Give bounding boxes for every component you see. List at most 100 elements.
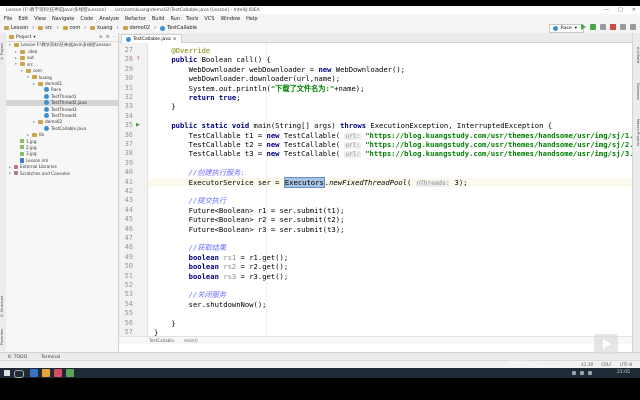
browser-icon[interactable]	[42, 369, 50, 377]
menu-item-window[interactable]: Window	[220, 16, 240, 22]
line-number: 36	[124, 130, 133, 139]
code-line[interactable]: }	[154, 328, 158, 336]
close-button[interactable]: ✕	[632, 7, 636, 13]
breadcrumb-item[interactable]: kuang	[90, 25, 113, 31]
hide-icon[interactable]: –	[113, 35, 115, 40]
line-number: 45	[124, 215, 133, 224]
close-icon[interactable]: ×	[173, 37, 177, 42]
expanded-arrow-icon[interactable]: ▾	[21, 69, 24, 73]
menu-item-view[interactable]: View	[34, 16, 46, 22]
menu-item-run[interactable]: Run	[170, 16, 180, 22]
stop-icon[interactable]	[610, 24, 616, 30]
code-line[interactable]: ExecutorService ser = Executors.newFixed…	[148, 176, 633, 188]
editor-tab[interactable]: TestCallable.java ×	[121, 34, 182, 43]
menu-item-vcs[interactable]: VCS	[204, 16, 214, 22]
tree-item[interactable]: ▾ Lesson F:\教学资料\狂神说Java\多线程\Lesson	[6, 42, 118, 48]
menu-item-tools[interactable]: Tools	[186, 16, 198, 22]
menu-item-code[interactable]: Code	[80, 16, 93, 22]
code-line[interactable]: }	[154, 319, 175, 328]
menu-item-analyze[interactable]: Analyze	[99, 16, 119, 22]
breadcrumb-item[interactable]: Lesson	[4, 25, 28, 31]
breadcrumb-item[interactable]: TestCallable	[160, 25, 197, 31]
code-line[interactable]: webDownloader.downloader(url,name);	[154, 74, 340, 83]
menu-item-navigate[interactable]: Navigate	[52, 16, 74, 22]
code-line[interactable]: public static void main(String[] args) t…	[154, 121, 552, 130]
settings-icon[interactable]: ⚙	[106, 35, 110, 40]
breadcrumb-item[interactable]: demo02	[122, 25, 150, 31]
image-file-icon	[20, 151, 24, 156]
sync-icon[interactable]: ⊕	[99, 35, 103, 40]
collapsed-arrow-icon[interactable]: ▸	[27, 133, 30, 137]
code-line[interactable]: TestCallable t3 = new TestCallable( url:…	[154, 149, 633, 159]
volume-icon[interactable]	[580, 371, 584, 375]
code-breadcrumb-class[interactable]: TestCallable	[149, 338, 174, 343]
code-line[interactable]: @Override	[154, 46, 210, 55]
breadcrumb-item[interactable]: com	[62, 25, 80, 31]
menu-item-help[interactable]: Help	[246, 16, 257, 22]
video-play-button[interactable]	[594, 334, 618, 354]
run-gutter-icon[interactable]: ▶	[136, 122, 140, 128]
code-line[interactable]: public Boolean call() {	[154, 55, 271, 64]
code-line[interactable]: boolean rs2 = r2.get();	[154, 262, 289, 271]
maximize-button[interactable]: □	[618, 7, 623, 13]
code-line[interactable]: TestCallable t2 = new TestCallable( url:…	[154, 140, 633, 149]
collapsed-arrow-icon[interactable]: ▸	[15, 50, 18, 54]
code-line[interactable]: Future<Boolean> r2 = ser.submit(t2);	[154, 215, 345, 224]
chevron-down-icon[interactable]: ▾	[33, 35, 35, 40]
code-line[interactable]: Future<Boolean> r3 = ser.submit(t3);	[154, 225, 345, 234]
file-encoding[interactable]: UTF-8	[620, 362, 632, 367]
database-tab[interactable]: Database	[633, 77, 640, 107]
debug-icon[interactable]	[590, 24, 596, 30]
intellij-icon[interactable]	[54, 369, 62, 377]
ant-build-tab[interactable]: Ant Build	[633, 37, 640, 73]
line-number: 55	[124, 309, 133, 318]
expanded-arrow-icon[interactable]: ▾	[33, 120, 36, 124]
expanded-arrow-icon[interactable]: ▾	[9, 43, 12, 47]
line-separator[interactable]: CRLF	[601, 362, 612, 367]
caret-position[interactable]: 41:30	[581, 362, 593, 367]
code-line[interactable]: TestCallable t1 = new TestCallable( url:…	[154, 131, 633, 140]
code-line[interactable]: ser.shutdownNow();	[154, 300, 267, 309]
code-line[interactable]: return true;	[154, 93, 241, 102]
expanded-arrow-icon[interactable]: ▾	[15, 62, 18, 66]
app-icon[interactable]	[66, 369, 74, 377]
tree-item-label: out	[27, 55, 34, 61]
run-config-select[interactable]: Race ▾	[548, 24, 584, 33]
run-icon[interactable]	[581, 24, 586, 30]
collapsed-arrow-icon[interactable]: ▸	[9, 165, 12, 169]
class-icon	[44, 112, 49, 118]
code-line[interactable]: }	[154, 102, 175, 111]
windows-start-icon[interactable]	[4, 370, 10, 376]
coverage-icon[interactable]	[600, 24, 606, 30]
breadcrumb-item[interactable]: src	[38, 25, 53, 31]
build-icon[interactable]	[620, 24, 626, 30]
menu-item-edit[interactable]: Edit	[18, 16, 28, 22]
line-number: 56	[124, 318, 133, 327]
menu-item-refactor[interactable]: Refactor	[125, 16, 146, 22]
expanded-arrow-icon[interactable]: ▾	[33, 82, 36, 86]
explorer-icon[interactable]	[30, 369, 38, 377]
maven-projects-tab[interactable]: Maven Projects	[633, 111, 640, 155]
code-area[interactable]: @Override public Boolean call() { WebDow…	[148, 43, 633, 336]
taskbar-clock[interactable]: 21:05	[617, 370, 630, 375]
minimize-button[interactable]: —	[604, 7, 609, 13]
expanded-arrow-icon[interactable]: ▾	[27, 75, 30, 79]
terminal-tool-tab[interactable]: Terminal	[41, 355, 60, 360]
search-icon[interactable]	[630, 24, 636, 30]
menu-item-build[interactable]: Build	[152, 16, 165, 22]
tree-item[interactable]: ▸ Scratches and Consoles	[6, 170, 118, 176]
implements-gutter-icon[interactable]: ↑	[136, 56, 140, 62]
search-icon[interactable]	[14, 370, 24, 378]
code-line[interactable]: boolean rs3 = r3.get();	[154, 272, 289, 281]
code-line[interactable]: WebDownloader webDownloader = new WebDow…	[154, 65, 405, 74]
collapsed-arrow-icon[interactable]: ▸	[9, 171, 12, 175]
menu-item-file[interactable]: File	[4, 16, 12, 22]
collapsed-arrow-icon[interactable]: ▸	[15, 56, 18, 60]
network-icon[interactable]	[572, 371, 576, 375]
code-breadcrumb-method[interactable]: main()	[184, 338, 198, 343]
code-line[interactable]: Future<Boolean> r1 = ser.submit(t1);	[154, 206, 345, 215]
code-line[interactable]: boolean rs1 = r1.get();	[154, 253, 289, 262]
parameter-hint: url:	[344, 142, 361, 149]
todo-tool-tab[interactable]: 6: TODO	[8, 355, 27, 360]
ime-icon[interactable]	[588, 371, 592, 375]
